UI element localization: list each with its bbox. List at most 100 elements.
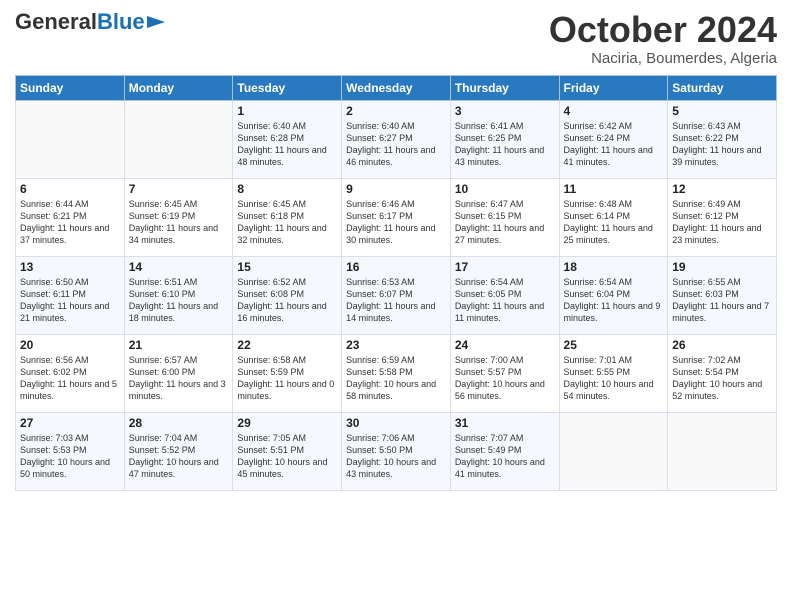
cell-3-2: 22 Sunrise: 6:58 AMSunset: 5:59 PMDayligh…	[233, 334, 342, 412]
location: Naciria, Boumerdes, Algeria	[549, 50, 777, 67]
cell-info: Sunrise: 6:51 AMSunset: 6:10 PMDaylight:…	[129, 276, 229, 325]
logo-blue: Blue	[97, 9, 145, 34]
cell-4-6	[668, 412, 777, 490]
cell-info: Sunrise: 6:43 AMSunset: 6:22 PMDaylight:…	[672, 120, 772, 169]
cell-2-3: 16Sunrise: 6:53 AMSunset: 6:07 PMDayligh…	[342, 256, 451, 334]
cell-0-3: 2 Sunrise: 6:40 AMSunset: 6:27 PMDaylight…	[342, 100, 451, 178]
logo-general: General	[15, 9, 97, 34]
cell-info: Sunrise: 6:42 AMSunset: 6:24 PMDaylight:…	[564, 120, 664, 169]
cell-4-4: 31Sunrise: 7:07 AMSunset: 5:49 PMDayligh…	[450, 412, 559, 490]
cell-info: Sunrise: 7:05 AMSunset: 5:51 PMDaylight:…	[237, 432, 337, 481]
cell-3-3: 23 Sunrise: 6:59 AMSunset: 5:58 PMDayligh…	[342, 334, 451, 412]
cell-info: Sunrise: 6:54 AMSunset: 6:05 PMDaylight:…	[455, 276, 555, 325]
title-block: October 2024 Naciria, Boumerdes, Algeria	[549, 10, 777, 67]
cell-info: Sunrise: 6:58 AMSunset: 5:59 PMDaylight:…	[237, 354, 337, 403]
cell-info: Sunrise: 6:45 AMSunset: 6:18 PMDaylight:…	[237, 198, 337, 247]
day-number: 19	[672, 260, 772, 274]
day-number: 27	[20, 416, 120, 430]
cell-1-3: 9 Sunrise: 6:46 AMSunset: 6:17 PMDaylight…	[342, 178, 451, 256]
day-number: 4	[564, 104, 664, 118]
cell-info: Sunrise: 6:57 AMSunset: 6:00 PMDaylight:…	[129, 354, 229, 403]
cell-info: Sunrise: 6:56 AMSunset: 6:02 PMDaylight:…	[20, 354, 120, 403]
cell-info: Sunrise: 6:46 AMSunset: 6:17 PMDaylight:…	[346, 198, 446, 247]
cell-4-5	[559, 412, 668, 490]
col-friday: Friday	[559, 75, 668, 100]
col-sunday: Sunday	[16, 75, 125, 100]
day-number: 23	[346, 338, 446, 352]
col-monday: Monday	[124, 75, 233, 100]
cell-info: Sunrise: 6:48 AMSunset: 6:14 PMDaylight:…	[564, 198, 664, 247]
week-row-2: 13 Sunrise: 6:50 AMSunset: 6:11 PMDayligh…	[16, 256, 777, 334]
day-number: 6	[20, 182, 120, 196]
logo-icon	[147, 16, 165, 28]
cell-0-6: 5 Sunrise: 6:43 AMSunset: 6:22 PMDaylight…	[668, 100, 777, 178]
day-number: 12	[672, 182, 772, 196]
cell-2-0: 13 Sunrise: 6:50 AMSunset: 6:11 PMDayligh…	[16, 256, 125, 334]
day-number: 13	[20, 260, 120, 274]
week-row-3: 20 Sunrise: 6:56 AMSunset: 6:02 PMDayligh…	[16, 334, 777, 412]
cell-info: Sunrise: 7:02 AMSunset: 5:54 PMDaylight:…	[672, 354, 772, 403]
day-number: 21	[129, 338, 229, 352]
week-row-1: 6 Sunrise: 6:44 AMSunset: 6:21 PMDaylight…	[16, 178, 777, 256]
cell-3-4: 24Sunrise: 7:00 AMSunset: 5:57 PMDayligh…	[450, 334, 559, 412]
col-tuesday: Tuesday	[233, 75, 342, 100]
cell-info: Sunrise: 6:54 AMSunset: 6:04 PMDaylight:…	[564, 276, 664, 325]
day-number: 1	[237, 104, 337, 118]
cell-1-6: 12Sunrise: 6:49 AMSunset: 6:12 PMDayligh…	[668, 178, 777, 256]
col-saturday: Saturday	[668, 75, 777, 100]
cell-0-1	[124, 100, 233, 178]
cell-info: Sunrise: 6:45 AMSunset: 6:19 PMDaylight:…	[129, 198, 229, 247]
cell-4-3: 30 Sunrise: 7:06 AMSunset: 5:50 PMDayligh…	[342, 412, 451, 490]
cell-3-6: 26Sunrise: 7:02 AMSunset: 5:54 PMDayligh…	[668, 334, 777, 412]
cell-3-5: 25Sunrise: 7:01 AMSunset: 5:55 PMDayligh…	[559, 334, 668, 412]
cell-2-6: 19 Sunrise: 6:55 AMSunset: 6:03 PMDayligh…	[668, 256, 777, 334]
cell-0-5: 4 Sunrise: 6:42 AMSunset: 6:24 PMDaylight…	[559, 100, 668, 178]
cell-info: Sunrise: 7:07 AMSunset: 5:49 PMDaylight:…	[455, 432, 555, 481]
cell-info: Sunrise: 6:40 AMSunset: 6:28 PMDaylight:…	[237, 120, 337, 169]
calendar-table: Sunday Monday Tuesday Wednesday Thursday…	[15, 75, 777, 491]
cell-info: Sunrise: 6:53 AMSunset: 6:07 PMDaylight:…	[346, 276, 446, 325]
day-number: 5	[672, 104, 772, 118]
day-number: 10	[455, 182, 555, 196]
cell-4-2: 29Sunrise: 7:05 AMSunset: 5:51 PMDayligh…	[233, 412, 342, 490]
day-number: 11	[564, 182, 664, 196]
header: GeneralBlue October 2024 Naciria, Boumer…	[15, 10, 777, 67]
cell-info: Sunrise: 6:59 AMSunset: 5:58 PMDaylight:…	[346, 354, 446, 403]
cell-info: Sunrise: 6:52 AMSunset: 6:08 PMDaylight:…	[237, 276, 337, 325]
day-number: 2	[346, 104, 446, 118]
col-thursday: Thursday	[450, 75, 559, 100]
cell-2-2: 15 Sunrise: 6:52 AMSunset: 6:08 PMDayligh…	[233, 256, 342, 334]
day-number: 3	[455, 104, 555, 118]
cell-3-1: 21 Sunrise: 6:57 AMSunset: 6:00 PMDayligh…	[124, 334, 233, 412]
cell-1-2: 8Sunrise: 6:45 AMSunset: 6:18 PMDaylight…	[233, 178, 342, 256]
cell-info: Sunrise: 6:47 AMSunset: 6:15 PMDaylight:…	[455, 198, 555, 247]
day-number: 17	[455, 260, 555, 274]
header-row: Sunday Monday Tuesday Wednesday Thursday…	[16, 75, 777, 100]
cell-info: Sunrise: 7:00 AMSunset: 5:57 PMDaylight:…	[455, 354, 555, 403]
cell-info: Sunrise: 6:40 AMSunset: 6:27 PMDaylight:…	[346, 120, 446, 169]
cell-1-4: 10 Sunrise: 6:47 AMSunset: 6:15 PMDayligh…	[450, 178, 559, 256]
cell-info: Sunrise: 6:50 AMSunset: 6:11 PMDaylight:…	[20, 276, 120, 325]
day-number: 15	[237, 260, 337, 274]
logo: GeneralBlue	[15, 10, 165, 34]
cell-info: Sunrise: 6:55 AMSunset: 6:03 PMDaylight:…	[672, 276, 772, 325]
cell-4-0: 27Sunrise: 7:03 AMSunset: 5:53 PMDayligh…	[16, 412, 125, 490]
cell-1-1: 7Sunrise: 6:45 AMSunset: 6:19 PMDaylight…	[124, 178, 233, 256]
month-title: October 2024	[549, 10, 777, 50]
col-wednesday: Wednesday	[342, 75, 451, 100]
day-number: 9	[346, 182, 446, 196]
page-container: GeneralBlue October 2024 Naciria, Boumer…	[0, 0, 792, 501]
day-number: 18	[564, 260, 664, 274]
cell-info: Sunrise: 7:06 AMSunset: 5:50 PMDaylight:…	[346, 432, 446, 481]
day-number: 22	[237, 338, 337, 352]
day-number: 25	[564, 338, 664, 352]
cell-2-1: 14Sunrise: 6:51 AMSunset: 6:10 PMDayligh…	[124, 256, 233, 334]
cell-2-4: 17 Sunrise: 6:54 AMSunset: 6:05 PMDayligh…	[450, 256, 559, 334]
week-row-0: 1 Sunrise: 6:40 AMSunset: 6:28 PMDaylight…	[16, 100, 777, 178]
cell-1-0: 6 Sunrise: 6:44 AMSunset: 6:21 PMDaylight…	[16, 178, 125, 256]
day-number: 30	[346, 416, 446, 430]
day-number: 20	[20, 338, 120, 352]
cell-info: Sunrise: 6:44 AMSunset: 6:21 PMDaylight:…	[20, 198, 120, 247]
cell-0-2: 1 Sunrise: 6:40 AMSunset: 6:28 PMDaylight…	[233, 100, 342, 178]
cell-1-5: 11 Sunrise: 6:48 AMSunset: 6:14 PMDayligh…	[559, 178, 668, 256]
